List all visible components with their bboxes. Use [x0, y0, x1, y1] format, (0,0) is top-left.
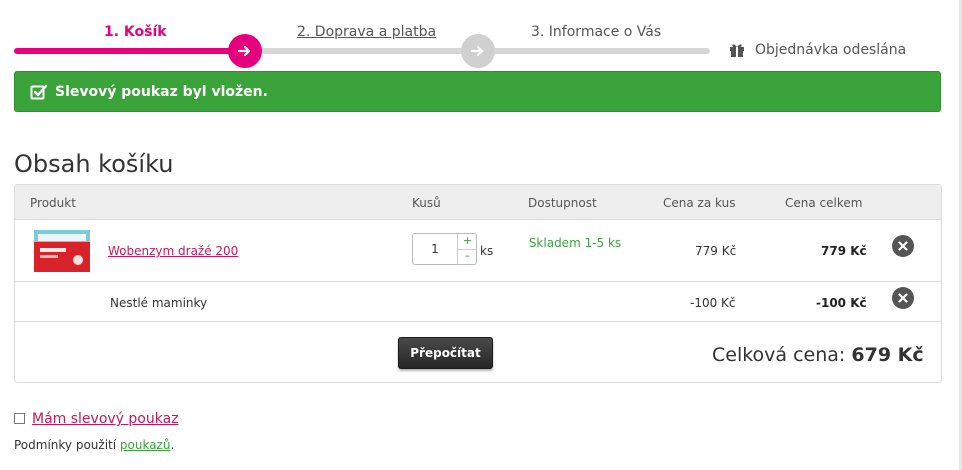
checkbox-checked-icon: [30, 84, 48, 100]
step-customer-info: 3. Informace o Vás: [531, 24, 662, 40]
step-order-sent: Objednávka odeslána: [755, 42, 907, 58]
step-shipping-payment[interactable]: 2. Doprava a platba: [297, 23, 436, 41]
row-total: 779 Kč: [821, 244, 867, 258]
unit-price: -100 Kč: [690, 296, 736, 310]
table-header: Produkt Kusů Dostupnost Cena za kus Cena…: [15, 185, 941, 220]
header-unit-price: Cena za kus: [663, 196, 736, 210]
alert-message: Slevový poukaz byl vložen.: [55, 84, 268, 100]
availability-status: Skladem 1-5 ks: [528, 236, 622, 250]
product-image[interactable]: [32, 226, 92, 276]
remove-voucher-button[interactable]: [892, 287, 914, 309]
gift-icon: [730, 44, 744, 57]
recalculate-button[interactable]: Přepočítat: [398, 337, 493, 369]
progress-track-done: [14, 48, 246, 54]
total-label: Celková cena:: [712, 344, 846, 366]
checkout-steps: 1. Košík 2. Doprava a platba 3. Informac…: [0, 0, 962, 70]
voucher-toggle-link[interactable]: Mám slevový poukaz: [32, 410, 179, 428]
voucher-name: Nestlé maminky: [110, 296, 208, 310]
decrease-quantity-button[interactable]: –: [458, 249, 477, 264]
row-divider: [15, 281, 941, 282]
terms-text: Podmínky použití: [14, 438, 120, 452]
quantity-stepper: + –: [412, 233, 477, 265]
header-qty: Kusů: [412, 196, 441, 210]
total-value: 679 Kč: [851, 344, 924, 366]
step-cart[interactable]: 1. Košík: [104, 23, 167, 41]
header-product: Produkt: [30, 196, 76, 210]
remove-item-button[interactable]: [892, 235, 914, 257]
success-alert: Slevový poukaz byl vložen.: [14, 71, 941, 112]
step-arrow-icon: [461, 34, 495, 68]
close-icon: [898, 241, 908, 251]
unit-price: 779 Kč: [695, 244, 737, 258]
terms-link[interactable]: poukazů: [120, 438, 171, 452]
quantity-buttons: + –: [457, 234, 477, 264]
quantity-input[interactable]: [413, 234, 457, 264]
row-divider: [15, 321, 941, 322]
product-link[interactable]: Wobenzym dražé 200: [108, 243, 238, 259]
close-icon: [898, 293, 908, 303]
voucher-checkbox[interactable]: [14, 413, 25, 424]
step-arrow-icon: [228, 34, 262, 68]
terms-suffix: .: [170, 438, 175, 452]
page-title: Obsah košíku: [14, 150, 174, 178]
header-total-price: Cena celkem: [785, 196, 863, 210]
cart-table: Produkt Kusů Dostupnost Cena za kus Cena…: [14, 184, 942, 383]
row-total: -100 Kč: [816, 296, 867, 310]
header-availability: Dostupnost: [528, 196, 597, 210]
quantity-unit: ks: [480, 244, 494, 258]
cart-total: Celková cena: 679 Kč: [712, 343, 924, 367]
increase-quantity-button[interactable]: +: [458, 234, 477, 250]
voucher-terms: Podmínky použití poukazů.: [14, 437, 174, 453]
